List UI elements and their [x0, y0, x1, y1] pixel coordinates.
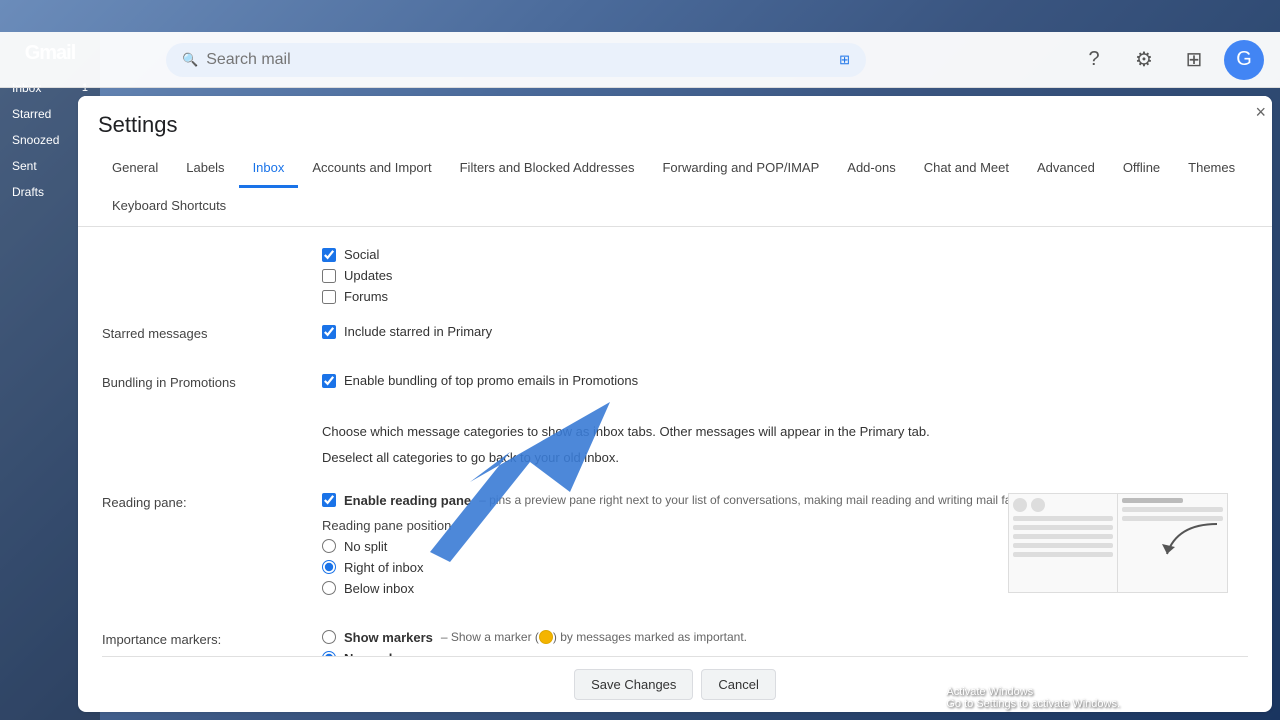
checkbox-forums-row: Forums: [322, 289, 1248, 304]
include-starred-checkbox[interactable]: [322, 325, 336, 339]
reading-pane-label-text: Reading pane:: [102, 495, 187, 510]
settings-title: Settings: [98, 112, 1252, 138]
tab-chat[interactable]: Chat and Meet: [910, 150, 1023, 188]
checkbox-social-label: Social: [344, 247, 379, 262]
show-markers-desc: – Show a marker () by messages marked as…: [441, 630, 747, 645]
checkbox-social-row: Social: [322, 247, 1248, 262]
preview-line-3: [1013, 534, 1113, 539]
checkbox-updates[interactable]: [322, 269, 336, 283]
no-split-radio[interactable]: [322, 539, 336, 553]
reading-pane-label-cell: Reading pane:: [102, 493, 302, 602]
include-starred-row: Include starred in Primary: [322, 324, 1248, 339]
search-bar[interactable]: 🔍 ⊞: [166, 43, 866, 77]
close-button[interactable]: ×: [1255, 102, 1266, 123]
bundling-checkbox[interactable]: [322, 374, 336, 388]
app-container: Gmail Inbox 1 Starred Snoozed Sent 3 Dra…: [0, 32, 1280, 720]
settings-icon[interactable]: ⚙: [1124, 40, 1164, 80]
search-icon: 🔍: [182, 52, 198, 68]
tab-general[interactable]: General: [98, 150, 172, 188]
deselect-note: Deselect all categories to go back to yo…: [102, 450, 1248, 465]
preview-line-1: [1013, 516, 1113, 521]
starred-messages-row: Starred messages Include starred in Prim…: [102, 324, 1248, 345]
right-of-inbox-label: Right of inbox: [344, 560, 424, 575]
grid-icon[interactable]: ⊞: [1174, 40, 1214, 80]
starred-label: Starred: [12, 107, 51, 121]
cancel-button[interactable]: Cancel: [701, 669, 775, 700]
reading-pane-preview: [1008, 493, 1228, 593]
bundling-row: Bundling in Promotions Enable bundling o…: [102, 373, 1248, 394]
below-inbox-label: Below inbox: [344, 581, 414, 596]
bundling-label-text: Bundling in Promotions: [102, 375, 236, 390]
tab-addons[interactable]: Add-ons: [833, 150, 909, 188]
settings-panel: Settings × General Labels Inbox Accounts…: [78, 96, 1272, 712]
tab-description: Choose which message categories to show …: [102, 422, 1248, 442]
tab-accounts[interactable]: Accounts and Import: [298, 150, 445, 188]
show-markers-row: Show markers – Show a marker () by messa…: [322, 630, 1248, 645]
deselect-note-text: Deselect all categories to go back to yo…: [322, 450, 1248, 465]
tab-advanced[interactable]: Advanced: [1023, 150, 1109, 188]
importance-label-text: Importance markers:: [102, 632, 221, 647]
preview-arrow-svg: [1157, 514, 1227, 574]
settings-header: Settings × General Labels Inbox Accounts…: [78, 96, 1272, 227]
main-content: Settings × General Labels Inbox Accounts…: [70, 88, 1280, 720]
bundling-label-cell: Bundling in Promotions: [102, 373, 302, 394]
checkbox-updates-label: Updates: [344, 268, 392, 283]
tab-desc-text: Choose which message categories to show …: [322, 422, 1248, 442]
preview-line-r-2: [1122, 507, 1223, 512]
starred-label-cell: Starred messages: [102, 324, 302, 345]
settings-body: Social Updates Forums Starred messages: [78, 227, 1272, 712]
starred-label-text: Starred messages: [102, 326, 208, 341]
preview-line-5: [1013, 552, 1113, 557]
preview-line-dark-1: [1122, 498, 1183, 503]
show-markers-radio[interactable]: [322, 630, 336, 644]
filter-icon[interactable]: ⊞: [839, 52, 850, 68]
account-icon[interactable]: G: [1224, 40, 1264, 80]
tab-forwarding[interactable]: Forwarding and POP/IMAP: [648, 150, 833, 188]
preview-line-2: [1013, 525, 1113, 530]
preview-left: [1009, 494, 1118, 592]
help-icon[interactable]: ?: [1074, 40, 1114, 80]
tab-labels[interactable]: Labels: [172, 150, 238, 188]
enable-reading-pane-checkbox[interactable]: [322, 493, 336, 507]
reading-pane-row: Reading pane: Enable reading pane – pins…: [102, 493, 1248, 602]
bundling-checkbox-label: Enable bundling of top promo emails in P…: [344, 373, 638, 388]
show-markers-label: Show markers: [344, 630, 433, 645]
bundling-enable-row: Enable bundling of top promo emails in P…: [322, 373, 1248, 388]
drafts-label: Drafts: [12, 185, 44, 199]
top-header: 🔍 ⊞ ? ⚙ ⊞ G: [0, 32, 1280, 88]
preview-line-4: [1013, 543, 1113, 548]
tab-themes[interactable]: Themes: [1174, 150, 1249, 188]
include-starred-label: Include starred in Primary: [344, 324, 492, 339]
below-inbox-radio[interactable]: [322, 581, 336, 595]
activate-windows-notice: Activate Windows Go to Settings to activ…: [946, 686, 1120, 710]
search-input[interactable]: [206, 51, 831, 69]
checkbox-social[interactable]: [322, 248, 336, 262]
tab-inbox[interactable]: Inbox: [239, 150, 299, 188]
right-of-inbox-radio[interactable]: [322, 560, 336, 574]
starred-content: Include starred in Primary: [322, 324, 1248, 345]
tab-filters[interactable]: Filters and Blocked Addresses: [446, 150, 649, 188]
marker-icon-example: [539, 630, 553, 644]
categories-section: Social Updates Forums: [102, 247, 1248, 304]
tab-offline[interactable]: Offline: [1109, 150, 1174, 188]
settings-tabs: General Labels Inbox Accounts and Import…: [98, 150, 1252, 226]
bundling-content: Enable bundling of top promo emails in P…: [322, 373, 1248, 394]
activate-line1: Activate Windows: [946, 686, 1120, 698]
activate-line2: Go to Settings to activate Windows.: [946, 698, 1120, 710]
tab-keyboard[interactable]: Keyboard Shortcuts: [98, 188, 240, 226]
snoozed-label: Snoozed: [12, 133, 59, 147]
save-changes-button[interactable]: Save Changes: [574, 669, 693, 700]
no-split-label: No split: [344, 539, 387, 554]
header-icons: ? ⚙ ⊞ G: [1074, 40, 1264, 80]
checkbox-forums[interactable]: [322, 290, 336, 304]
preview-right: [1118, 494, 1227, 592]
checkbox-updates-row: Updates: [322, 268, 1248, 283]
enable-reading-pane-label: Enable reading pane: [344, 493, 471, 508]
sent-label: Sent: [12, 159, 37, 173]
checkbox-forums-label: Forums: [344, 289, 388, 304]
